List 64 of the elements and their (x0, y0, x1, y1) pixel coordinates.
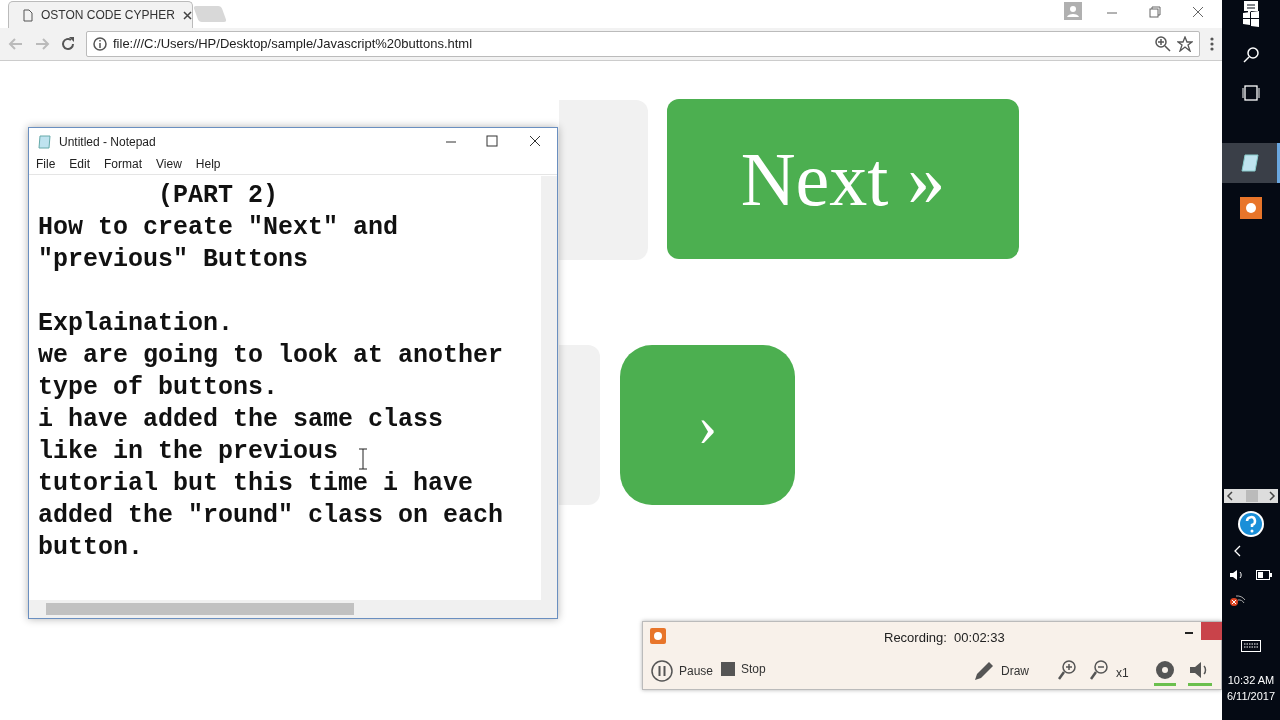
stop-icon (721, 662, 735, 676)
menu-icon[interactable] (1210, 37, 1214, 51)
page-icon (23, 8, 33, 22)
help-icon[interactable] (1237, 510, 1265, 538)
clock-date[interactable]: 6/11/2017 (1222, 688, 1280, 705)
horizontal-scrollbar[interactable] (29, 600, 557, 618)
notepad-icon (37, 133, 53, 150)
recorder-icon[interactable] (1240, 197, 1262, 219)
scrollbar-icon[interactable] (1224, 489, 1278, 503)
text-line: type of buttons. (38, 372, 279, 404)
vertical-scrollbar[interactable] (541, 176, 557, 600)
reload-icon[interactable] (60, 36, 76, 52)
address-bar[interactable]: file:///C:/Users/HP/Desktop/sample/Javascript%20buttons.html (86, 31, 1200, 57)
text-line: button. (38, 532, 144, 564)
search-icon[interactable] (1243, 47, 1259, 63)
text-line: like in the previous (38, 436, 339, 468)
zoom-level: x1 (1116, 665, 1129, 682)
speaker-icon[interactable] (1188, 660, 1212, 686)
text-line: (PART 2) (157, 180, 279, 212)
text-cursor-icon (358, 448, 368, 470)
menu-item[interactable]: Format (97, 155, 150, 174)
close-icon[interactable] (1192, 6, 1204, 18)
close-button[interactable] (1201, 622, 1223, 640)
task-view-icon[interactable] (1242, 85, 1260, 101)
notification-icon[interactable] (1243, 0, 1259, 16)
draw-button[interactable]: Draw (973, 660, 1029, 682)
clock-time[interactable]: 10:32 AM (1222, 672, 1280, 689)
window-title: Untitled - Notepad (59, 133, 156, 151)
text-line: we are going to look at another (38, 340, 504, 372)
pause-button[interactable]: Pause (651, 660, 714, 682)
recording-status: Recording: 00:02:33 (884, 629, 1005, 647)
menu-item[interactable]: Help (188, 155, 228, 174)
star-icon[interactable] (1177, 36, 1193, 52)
notepad-icon (1239, 153, 1260, 173)
info-icon (93, 37, 107, 51)
volume-icon[interactable] (1229, 569, 1245, 581)
browser-tab[interactable]: OSTON CODE CYPHER (8, 1, 193, 28)
text-line: How to create "Next" and (38, 212, 399, 244)
windows-icon[interactable] (1243, 11, 1259, 27)
zoom-icon[interactable] (1155, 36, 1171, 52)
webcam-icon[interactable] (1154, 660, 1176, 686)
menu-item[interactable]: Edit (62, 155, 98, 174)
keyboard-icon[interactable] (1241, 640, 1261, 652)
maximize-icon[interactable] (486, 135, 498, 147)
restore-icon[interactable] (1149, 6, 1161, 18)
text-line: i have added the same class (38, 404, 444, 436)
taskbar-app[interactable] (1222, 143, 1280, 183)
chevron-icon[interactable] (1233, 545, 1241, 557)
text-line: added the "round" class on each (38, 500, 504, 532)
recorder-icon (650, 628, 666, 644)
draw-icon (973, 660, 995, 682)
zoom-out-icon[interactable] (1090, 659, 1110, 681)
close-icon[interactable] (182, 10, 192, 20)
text-line: "previous" Buttons (38, 244, 309, 276)
pause-icon (651, 660, 673, 682)
stop-button[interactable]: Stop (721, 660, 766, 678)
text-line: tutorial but this time i have (38, 468, 474, 500)
network-icon[interactable] (1230, 592, 1246, 606)
battery-icon[interactable] (1256, 570, 1272, 580)
zoom-in-icon[interactable] (1058, 659, 1078, 681)
menu-item[interactable]: View (149, 155, 189, 174)
close-icon[interactable] (529, 135, 541, 147)
menu-item[interactable]: File (29, 155, 63, 174)
text-line: Explaination. (38, 308, 234, 340)
